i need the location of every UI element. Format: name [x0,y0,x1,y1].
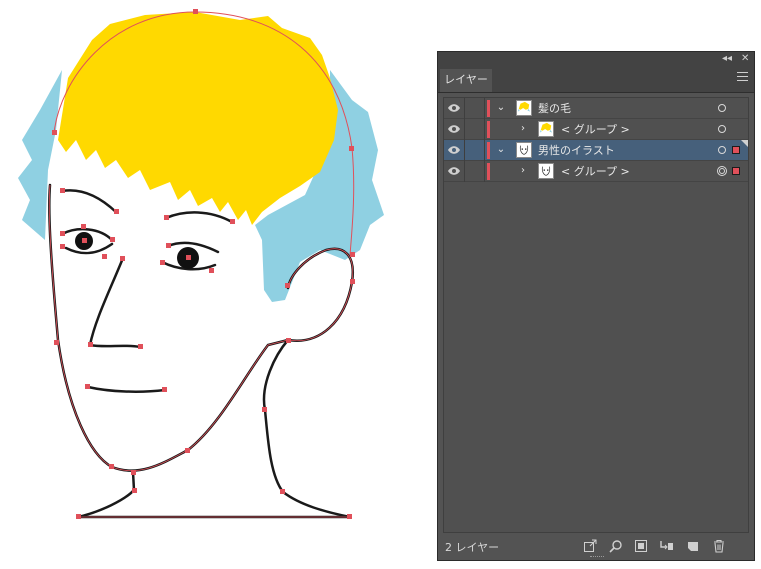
visibility-eye-icon[interactable] [447,124,461,134]
current-layer-indicator [741,140,748,147]
neck-left[interactable] [76,470,136,519]
nose[interactable] [88,256,142,349]
layer-count: 2 レイヤー [445,541,500,554]
chevron-right-icon[interactable]: › [518,164,528,178]
target-circle-icon[interactable] [718,104,726,112]
layers-panel: ◂◂ ✕ レイヤー ⌄ 髪の毛 › < グループ > ⌄ 男性のイラスト › <… [437,51,755,561]
layer-row-face-group[interactable]: › < グループ > [444,161,748,182]
layer-color-bar [487,142,490,159]
trash-icon[interactable] [712,539,726,553]
face-thumbnail-icon [516,142,532,158]
chevron-down-icon[interactable]: ⌄ [496,101,506,115]
visibility-eye-icon[interactable] [447,103,461,113]
layer-color-bar [487,100,490,117]
tab-layers[interactable]: レイヤー [440,69,492,92]
target-circle-icon[interactable] [718,146,726,154]
layer-name[interactable]: < グループ > [561,122,630,137]
layer-row-hair[interactable]: ⌄ 髪の毛 [444,98,748,119]
close-panel-button[interactable]: ✕ [741,52,749,66]
visibility-eye-icon[interactable] [447,145,461,155]
hair-shadow-shape[interactable] [18,70,62,240]
target-circle-icon[interactable] [718,125,726,133]
new-layer-icon[interactable] [686,539,700,553]
layer-color-bar [487,163,490,180]
layer-color-bar [487,121,490,138]
clipping-mask-icon[interactable] [634,539,648,553]
panel-menu-icon[interactable] [737,72,748,82]
layer-list[interactable]: ⌄ 髪の毛 › < グループ > ⌄ 男性のイラスト › < グループ > [443,97,749,533]
panel-resize-grip[interactable] [590,556,604,559]
selection-indicator[interactable] [732,167,740,175]
brow-left[interactable] [60,189,118,214]
collapse-panel-button[interactable]: ◂◂ [722,52,732,66]
layer-name[interactable]: 髪の毛 [538,101,571,116]
artboard-illustration[interactable] [0,0,430,569]
face-thumbnail-icon [538,163,554,179]
mouth[interactable] [86,385,167,393]
export-icon[interactable] [583,539,597,553]
panel-title-bar[interactable]: ◂◂ ✕ [438,52,754,66]
panel-footer: 2 レイヤー [438,534,754,560]
layer-row-hair-group[interactable]: › < グループ > [444,119,748,140]
brow-right[interactable] [164,211,234,224]
locate-object-icon[interactable] [609,539,623,553]
layer-row-man-illustration[interactable]: ⌄ 男性のイラスト [444,140,748,161]
chevron-right-icon[interactable]: › [518,122,528,136]
neck-right[interactable] [262,338,352,519]
hair-thumbnail-icon [538,121,554,137]
panel-tab-bar: レイヤー [438,66,754,93]
hair-shape[interactable] [58,12,338,225]
selection-indicator[interactable] [732,146,740,154]
layer-name[interactable]: < グループ > [561,164,630,179]
hair-thumbnail-icon [516,100,532,116]
target-selected-icon[interactable] [717,166,727,176]
visibility-eye-icon[interactable] [447,166,461,176]
new-sublayer-icon[interactable] [660,539,674,553]
layer-name[interactable]: 男性のイラスト [538,143,615,158]
chevron-down-icon[interactable]: ⌄ [496,143,506,157]
